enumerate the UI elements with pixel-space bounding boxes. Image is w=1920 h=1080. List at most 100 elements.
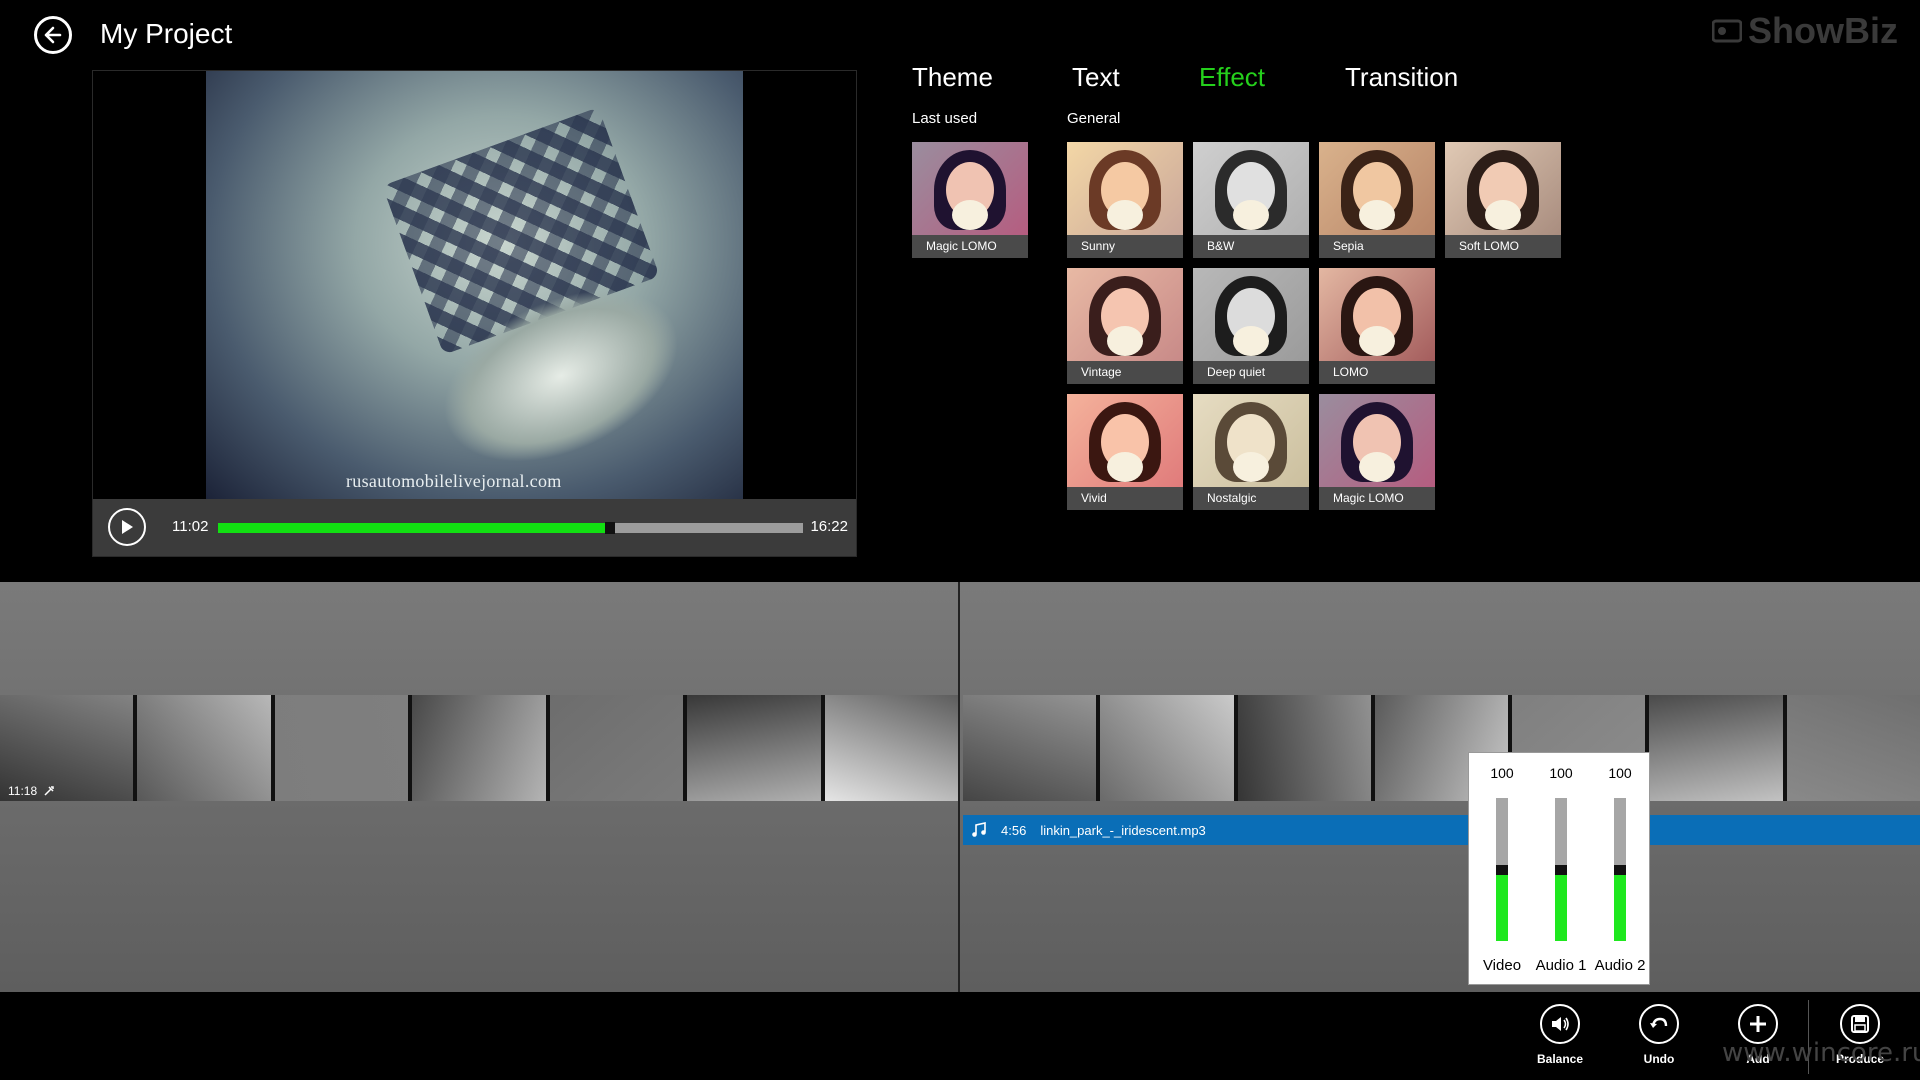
balance-button[interactable]: Balance (1520, 1004, 1600, 1066)
progress-bar[interactable] (218, 522, 803, 534)
tab-text[interactable]: Text (1072, 62, 1120, 93)
balance-slider-1[interactable]: 100 Audio 1 (1533, 753, 1589, 984)
balance-knob[interactable] (1614, 864, 1626, 875)
effect-label: B&W (1193, 235, 1309, 258)
player-controls: 11:02 16:22 (93, 499, 856, 556)
balance-fill (1496, 869, 1508, 941)
balance-rail[interactable] (1614, 798, 1626, 941)
audio-filename: linkin_park_-_iridescent.mp3 (1040, 822, 1206, 838)
clip-frame (412, 695, 546, 801)
clip-frame (963, 695, 1097, 801)
effect-preview-image (1445, 142, 1561, 235)
video-preview[interactable]: rusautomobilelivejornal.com 11:02 16:22 (92, 70, 857, 557)
brand-icon (1712, 19, 1742, 43)
appbar-label: Undo (1643, 1052, 1675, 1066)
effect-preview-image (1067, 142, 1183, 235)
effect-general-2[interactable]: Sepia (1319, 142, 1435, 258)
brand-logo: ShowBiz (1712, 10, 1898, 52)
balance-value: 100 (1549, 765, 1573, 781)
speaker-icon (1540, 1004, 1580, 1044)
effect-preview-image (1193, 268, 1309, 361)
effect-general-1[interactable]: B&W (1193, 142, 1309, 258)
back-button[interactable] (34, 16, 72, 54)
clip-frame (549, 695, 684, 801)
play-button[interactable] (108, 508, 146, 546)
clip-frame (1100, 695, 1234, 801)
effect-label: Nostalgic (1193, 487, 1309, 510)
effect-general-7[interactable]: Vivid (1067, 394, 1183, 510)
balance-knob[interactable] (1496, 864, 1508, 875)
brand-name: ShowBiz (1748, 10, 1898, 51)
current-time: 11:02 (172, 518, 209, 535)
balance-label: Audio 1 (1535, 957, 1587, 974)
audio-track[interactable]: 4:56 linkin_park_-_iridescent.mp3 (963, 815, 1920, 845)
effect-general-0[interactable]: Sunny (1067, 142, 1183, 258)
tools-icon (44, 786, 54, 796)
preview-cookie (1233, 326, 1269, 356)
effect-label: LOMO (1319, 361, 1435, 384)
undo-icon (1639, 1004, 1679, 1044)
effect-lastused-0[interactable]: Magic LOMO (912, 142, 1028, 258)
effect-label: Vintage (1067, 361, 1183, 384)
effect-preview-image (912, 142, 1028, 235)
audio-duration: 4:56 (1001, 822, 1027, 838)
balance-knob[interactable] (1555, 864, 1567, 875)
site-watermark: www.wincore.ru (1722, 1038, 1920, 1068)
preview-cookie (1359, 200, 1395, 230)
preview-cookie (1107, 200, 1143, 230)
progress-thumb[interactable] (604, 522, 615, 534)
preview-cookie (1233, 200, 1269, 230)
effect-general-6[interactable]: LOMO (1319, 268, 1435, 384)
video-frame: rusautomobilelivejornal.com (206, 71, 743, 501)
undo-button[interactable]: Undo (1619, 1004, 1699, 1066)
tab-theme[interactable]: Theme (912, 62, 993, 93)
balance-slider-2[interactable]: 100 Audio 2 (1592, 753, 1648, 984)
effect-label: Soft LOMO (1445, 235, 1561, 258)
effect-general-9[interactable]: Magic LOMO (1319, 394, 1435, 510)
effect-label: Magic LOMO (912, 235, 1028, 258)
effect-general-5[interactable]: Deep quiet (1193, 268, 1309, 384)
preview-cookie (1107, 326, 1143, 356)
balance-label: Video (1482, 957, 1522, 974)
back-arrow-icon (44, 26, 62, 44)
effect-preview-image (1067, 394, 1183, 487)
preview-cookie (1359, 452, 1395, 482)
balance-label: Audio 2 (1594, 957, 1646, 974)
preview-cookie (952, 200, 988, 230)
clip-frame (1786, 695, 1920, 801)
clip-time-text: 11:18 (8, 784, 38, 798)
balance-fill (1555, 869, 1567, 941)
appbar-label: Balance (1536, 1052, 1584, 1066)
music-note-icon (972, 822, 986, 837)
clip-frame (687, 695, 821, 801)
effect-label: Deep quiet (1193, 361, 1309, 384)
tab-transition[interactable]: Transition (1345, 62, 1458, 93)
general-label: General (1067, 110, 1121, 127)
clip-frame (137, 695, 271, 801)
balance-rail[interactable] (1496, 798, 1508, 941)
effect-label: Magic LOMO (1319, 487, 1435, 510)
total-time: 16:22 (810, 518, 848, 535)
balance-slider-0[interactable]: 100 Video (1474, 753, 1530, 984)
last-used-label: Last used (912, 110, 978, 127)
effect-preview-image (1193, 394, 1309, 487)
effect-label: Sunny (1067, 235, 1183, 258)
effect-general-3[interactable]: Soft LOMO (1445, 142, 1561, 258)
playhead[interactable] (958, 582, 960, 992)
progress-fill (218, 523, 610, 533)
balance-fill (1614, 869, 1626, 941)
video-clip-left[interactable] (0, 695, 958, 801)
clip-frame (274, 695, 409, 801)
clip-frame (1237, 695, 1371, 801)
play-icon (122, 520, 133, 534)
preview-cookie (1107, 452, 1143, 482)
video-clip-right[interactable] (963, 695, 1920, 801)
effect-preview-image (1319, 142, 1435, 235)
effect-general-8[interactable]: Nostalgic (1193, 394, 1309, 510)
effect-general-4[interactable]: Vintage (1067, 268, 1183, 384)
effect-preview-image (1319, 268, 1435, 361)
effect-preview-image (1067, 268, 1183, 361)
clip-frame (824, 695, 958, 801)
tab-effect[interactable]: Effect (1199, 62, 1265, 93)
balance-rail[interactable] (1555, 798, 1567, 941)
